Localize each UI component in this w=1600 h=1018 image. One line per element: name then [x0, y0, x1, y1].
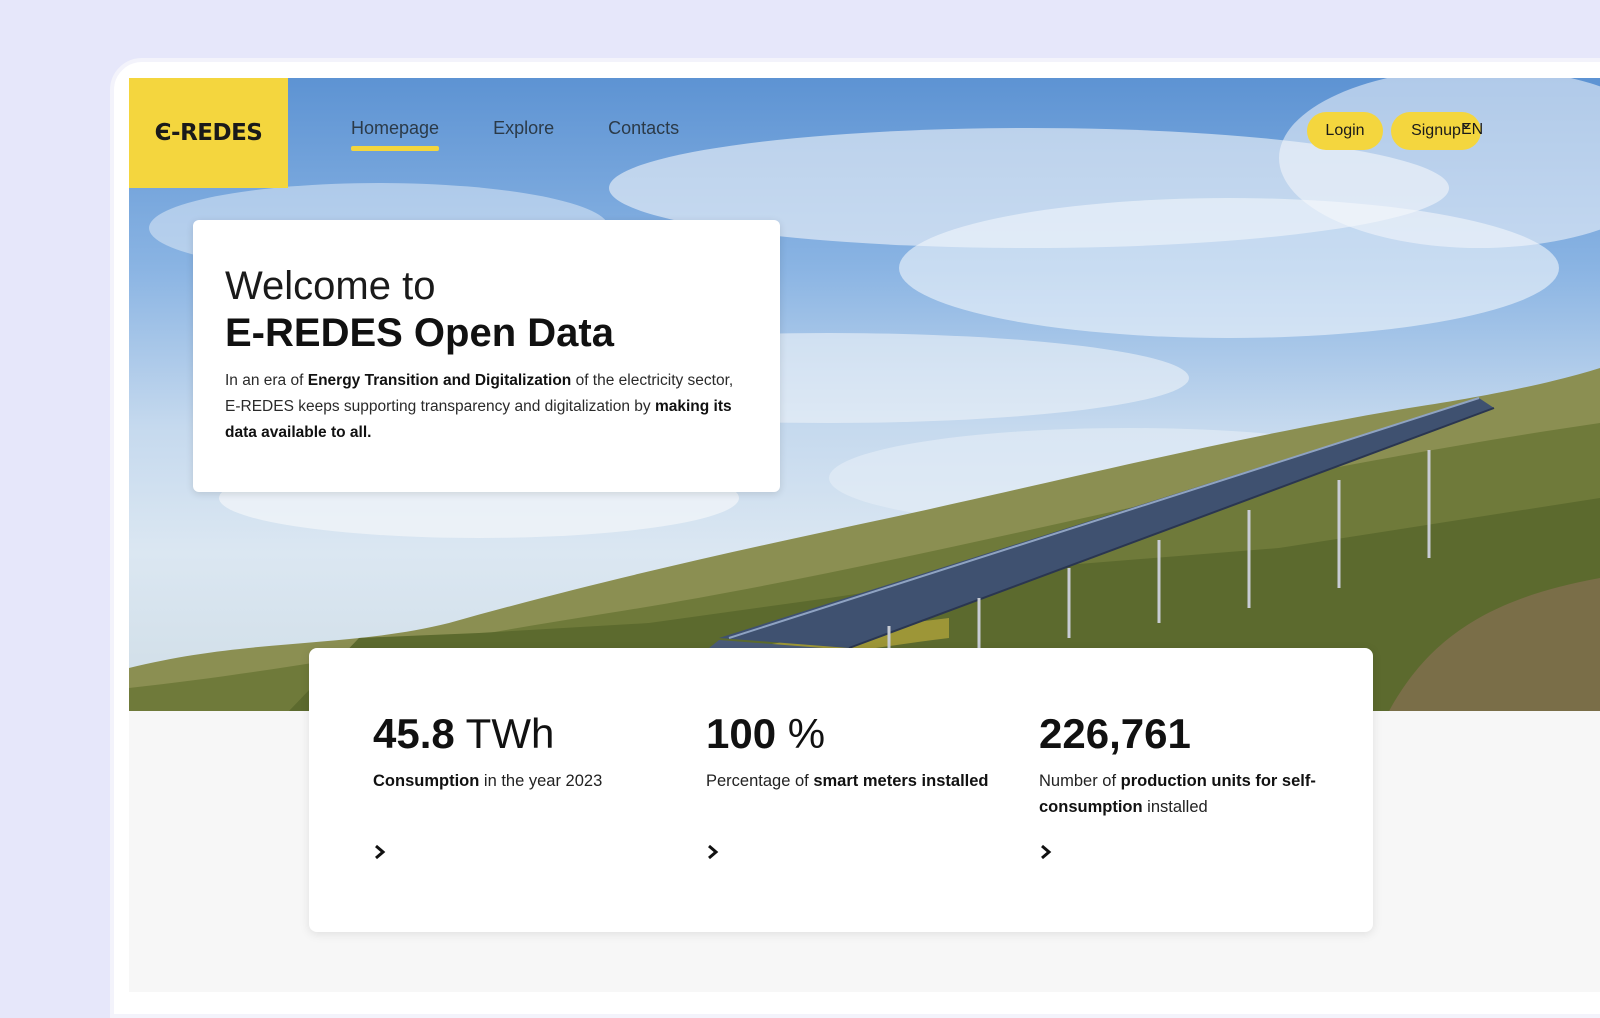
chevron-right-icon[interactable] [706, 840, 720, 866]
nav-item-contacts[interactable]: Contacts [608, 118, 679, 145]
welcome-description: In an era of Energy Transition and Digit… [225, 368, 745, 446]
welcome-heading-line1: Welcome to [225, 264, 436, 308]
stat-label-rest: in the year 2023 [479, 772, 603, 790]
stat-number: 45.8 [373, 710, 455, 757]
stat-consumption: 45.8 TWh Consumption in the year 2023 [373, 710, 663, 794]
desc-part-a: In an era of [225, 372, 308, 389]
stat-production-units: 226,761 Number of production units for s… [1039, 710, 1329, 820]
stat-smart-meters: 100 % Percentage of smart meters install… [706, 710, 996, 794]
stat-label: Number of production units for self-cons… [1039, 768, 1329, 820]
chevron-right-icon[interactable] [373, 840, 387, 866]
nav-item-homepage[interactable]: Homepage [351, 118, 440, 151]
login-button[interactable]: Login [1307, 112, 1383, 150]
logo[interactable]: Є-REDES [129, 78, 288, 188]
stat-value: 226,761 [1039, 710, 1329, 758]
welcome-heading-line2: E-REDES Open Data [225, 311, 614, 355]
chevron-right-icon[interactable] [1039, 840, 1053, 866]
stat-number: 100 [706, 710, 777, 757]
stat-unit: TWh [454, 710, 555, 757]
stat-label: Percentage of smart meters installed [706, 768, 996, 794]
hero-banner: Є-REDES Homepage Explore Contacts Login … [129, 78, 1600, 711]
stat-label-pre: Percentage of [706, 772, 814, 790]
stat-label-pre: Number of [1039, 772, 1121, 790]
nav-item-explore[interactable]: Explore [493, 118, 554, 145]
stat-value: 45.8 TWh [373, 710, 663, 758]
stat-label-rest: installed [1142, 798, 1208, 816]
stats-card: 45.8 TWh Consumption in the year 2023 10… [309, 648, 1373, 932]
browser-screen: Є-REDES Homepage Explore Contacts Login … [129, 78, 1600, 992]
stat-value: 100 % [706, 710, 996, 758]
stat-label-bold: smart meters installed [813, 772, 989, 790]
stat-unit: % [776, 710, 826, 757]
language-selector[interactable]: EN [1461, 121, 1483, 139]
logo-text: Є-REDES [154, 120, 263, 146]
desc-part-b: Energy Transition and Digitalization [307, 372, 572, 389]
stat-label: Consumption in the year 2023 [373, 768, 663, 794]
chevron-down-icon [1462, 123, 1470, 129]
stat-number: 226,761 [1039, 710, 1191, 757]
main-nav: Homepage Explore Contacts [351, 118, 733, 151]
stat-label-bold: Consumption [373, 772, 480, 790]
welcome-card: Welcome to E-REDES Open Data In an era o… [193, 220, 780, 492]
